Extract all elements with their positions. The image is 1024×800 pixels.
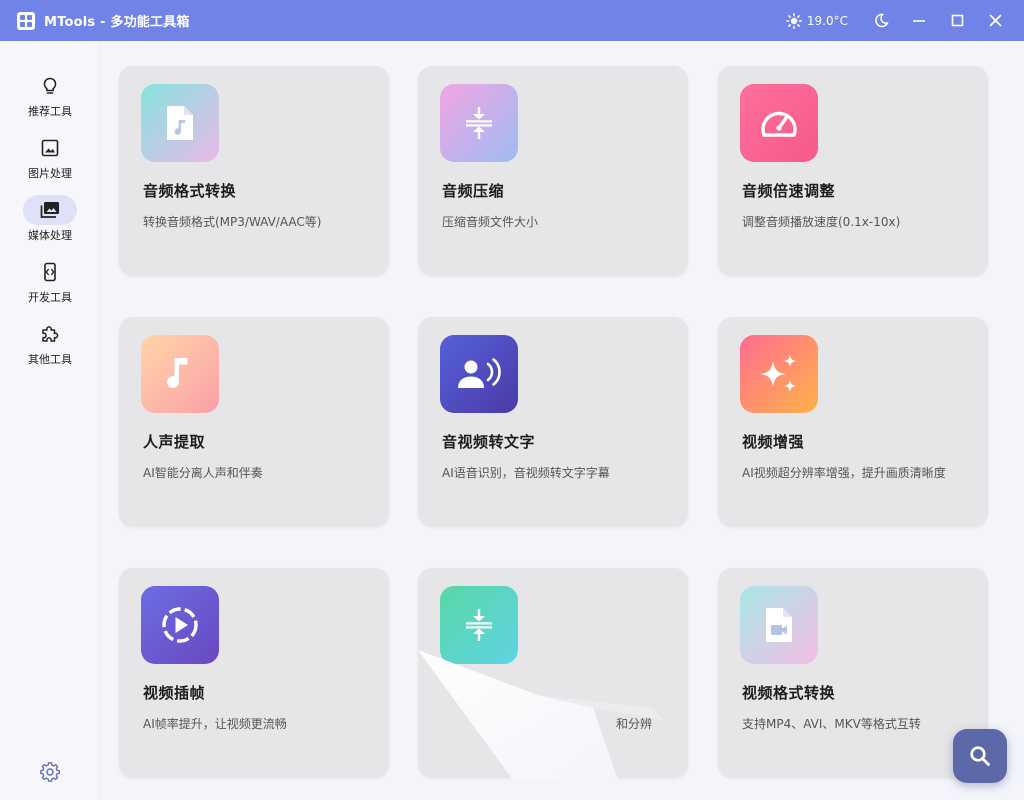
- code-brackets-icon: [44, 262, 56, 282]
- title-bar: MTools - 多功能工具箱 19.0°C: [0, 0, 1024, 41]
- tool-card-video-convert[interactable]: 视频格式转换 支持MP4、AVI、MKV等格式互转: [718, 568, 988, 778]
- window-title: MTools - 多功能工具箱: [44, 15, 190, 30]
- sun-icon: [785, 12, 802, 29]
- video-file-icon: [766, 608, 792, 642]
- photo-library-icon: [40, 202, 59, 218]
- tool-card-video-enhance[interactable]: 视频增强 AI视频超分辨率增强，提升画质清晰度: [718, 317, 988, 527]
- lightbulb-icon: [43, 77, 57, 94]
- sidebar-item-recommended[interactable]: 推荐工具: [0, 69, 100, 125]
- weather-widget[interactable]: 19.0°C: [785, 12, 848, 29]
- tool-description: AI智能分离人声和伴奏: [143, 466, 263, 480]
- tool-title: 视频增强: [742, 433, 805, 451]
- sparkle-icon: [760, 355, 796, 392]
- tool-description: AI视频超分辨率增强，提升画质清晰度: [742, 466, 946, 480]
- sidebar-item-images[interactable]: 图片处理: [0, 131, 100, 187]
- close-button[interactable]: [976, 0, 1014, 41]
- tool-card-speech-to-text[interactable]: 音视频转文字 AI语音识别，音视频转文字字幕: [418, 317, 688, 527]
- maximize-icon: [951, 14, 963, 27]
- tool-card-vocal-extract[interactable]: 人声提取 AI智能分离人声和伴奏: [119, 317, 389, 527]
- tool-description: 支持MP4、AVI、MKV等格式互转: [742, 717, 921, 731]
- sidebar-item-media[interactable]: 媒体处理: [0, 193, 100, 249]
- image-icon: [41, 139, 59, 157]
- tool-description: AI语音识别，音视频转文字字幕: [442, 466, 610, 480]
- tool-card-frame-interp[interactable]: 视频插帧 AI帧率提升，让视频更流畅: [119, 568, 389, 778]
- app-logo-icon: [17, 11, 35, 30]
- close-icon: [989, 14, 1001, 27]
- maximize-button[interactable]: [938, 0, 976, 41]
- tool-card-video-compress[interactable]: 和分辨: [418, 568, 688, 778]
- audio-file-icon: [167, 106, 193, 140]
- tool-card-audio-speed[interactable]: 音频倍速调整 调整音频播放速度(0.1x-10x): [718, 66, 988, 276]
- tool-title: 音频压缩: [442, 182, 505, 200]
- voice-recognition-icon: [458, 358, 501, 388]
- sidebar-item-label: 图片处理: [28, 167, 72, 180]
- tool-description: AI帧率提升，让视频更流畅: [143, 717, 287, 731]
- tool-card-audio-compress[interactable]: 音频压缩 压缩音频文件大小: [418, 66, 688, 276]
- gear-icon: [40, 762, 60, 782]
- tool-title: 人声提取: [143, 433, 206, 451]
- puzzle-icon: [42, 326, 59, 342]
- music-note-icon: [167, 358, 188, 389]
- sidebar-item-label: 媒体处理: [28, 229, 72, 242]
- tool-title: 音视频转文字: [442, 433, 536, 451]
- compress-icon: [466, 107, 492, 139]
- minimize-button[interactable]: [900, 0, 938, 41]
- temperature-text: 19.0°C: [806, 13, 848, 28]
- sidebar-item-label: 推荐工具: [28, 105, 72, 118]
- tool-title: 音频倍速调整: [742, 182, 836, 200]
- tool-title: 视频插帧: [143, 684, 206, 702]
- speedometer-icon: [761, 111, 797, 137]
- tool-description: 压缩音频文件大小: [442, 215, 539, 229]
- compress-icon: [466, 609, 492, 641]
- sidebar-item-dev[interactable]: 开发工具: [0, 255, 100, 311]
- moon-icon: [874, 13, 888, 28]
- theme-toggle-button[interactable]: [862, 0, 900, 41]
- tool-title: 视频格式转换: [742, 684, 836, 702]
- sidebar-item-label: 开发工具: [28, 291, 72, 304]
- search-icon: [970, 746, 990, 766]
- minimize-icon: [913, 19, 925, 22]
- play-circle-icon: [162, 607, 198, 643]
- tool-title: 音频格式转换: [143, 182, 237, 200]
- tool-description: 和分辨: [616, 717, 653, 731]
- tool-description: 转换音频格式(MP3/WAV/AAC等): [143, 215, 322, 229]
- sidebar-item-label: 其他工具: [28, 353, 72, 366]
- tool-card-audio-convert[interactable]: 音频格式转换 转换音频格式(MP3/WAV/AAC等): [119, 66, 389, 276]
- search-button[interactable]: [953, 729, 1007, 783]
- sidebar-item-other[interactable]: 其他工具: [0, 317, 100, 373]
- tool-description: 调整音频播放速度(0.1x-10x): [742, 215, 901, 229]
- settings-button[interactable]: [38, 760, 62, 784]
- sidebar: 推荐工具 图片处理 媒体处理 开发工具 其他工具: [0, 41, 100, 800]
